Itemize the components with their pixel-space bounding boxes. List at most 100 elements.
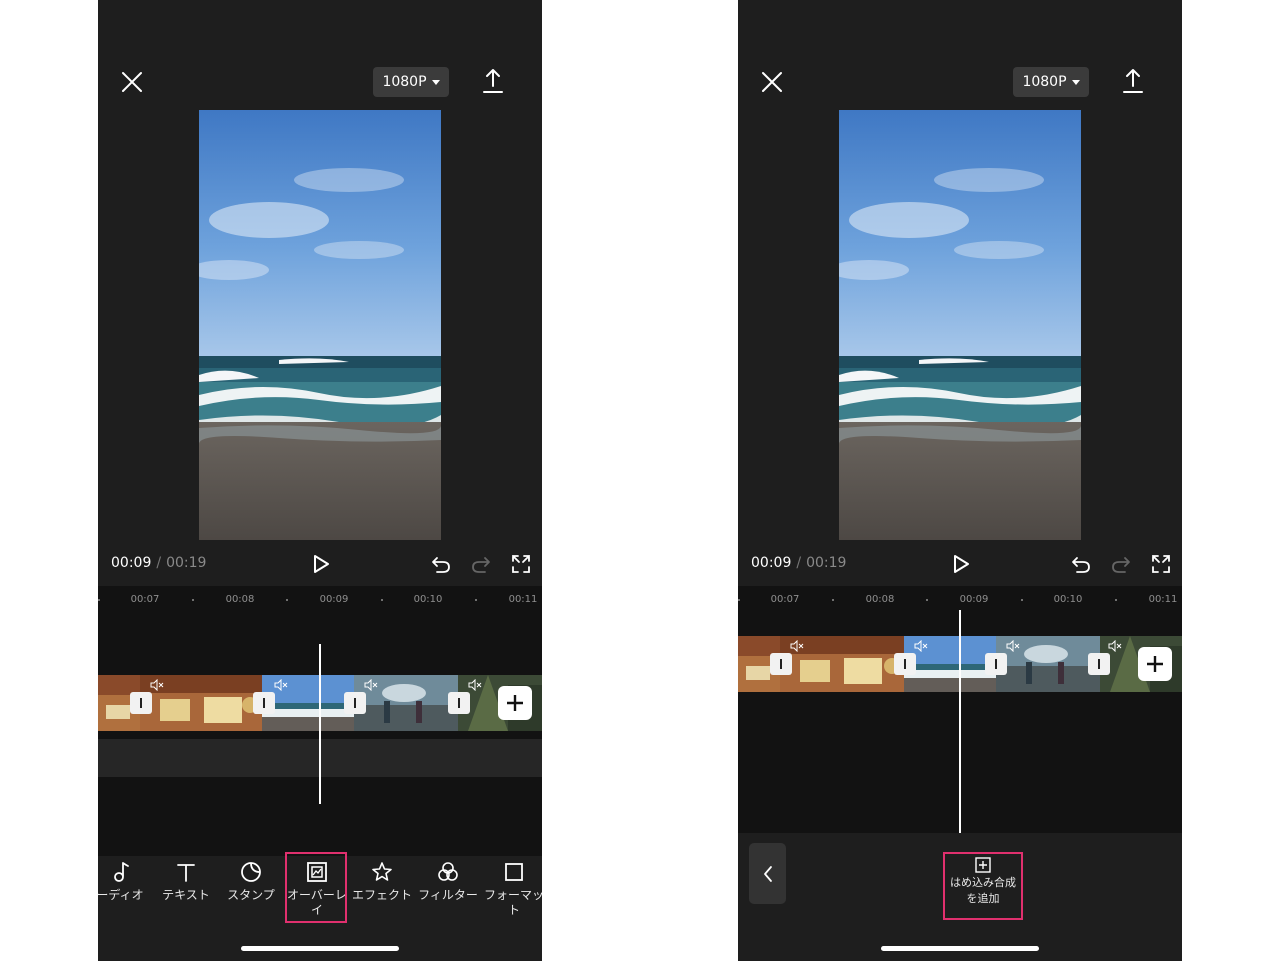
transition-button[interactable] (344, 692, 366, 714)
ruler-label: 00:11 (1148, 594, 1178, 605)
ruler-label: 00:09 (959, 594, 989, 605)
ruler-label: 00:11 (508, 594, 538, 605)
tool-text-label: テキスト (162, 888, 210, 902)
playhead[interactable] (319, 644, 321, 804)
ruler-dot (1115, 599, 1117, 601)
export-icon[interactable] (1122, 68, 1144, 94)
mute-icon (274, 679, 288, 691)
back-button[interactable] (749, 843, 786, 904)
time-separator: / (156, 555, 162, 571)
close-icon[interactable] (120, 70, 144, 94)
time-ruler: 00:07 00:08 00:09 00:10 00:11 (98, 586, 542, 614)
plus-icon (1147, 656, 1163, 672)
export-icon[interactable] (482, 68, 504, 94)
ruler-dot (192, 599, 194, 601)
transition-button[interactable] (253, 692, 275, 714)
add-overlay-highlight-frame (943, 852, 1023, 920)
tool-filter-label: フィルター (418, 888, 478, 902)
ruler-dot (475, 599, 477, 601)
transition-button[interactable] (130, 692, 152, 714)
redo-icon[interactable] (1111, 554, 1131, 574)
tool-audio-label: ーディオ (98, 888, 144, 902)
mute-icon (468, 679, 482, 691)
ruler-dot (926, 599, 928, 601)
transition-bar (263, 698, 265, 708)
transition-button[interactable] (448, 692, 470, 714)
phone-screen-right: 1080P 00:09 / 00:19 00:07 00:08 00:09 00… (738, 0, 1182, 961)
caret-down-icon (431, 79, 440, 85)
resolution-label: 1080P (382, 74, 427, 90)
mute-icon (150, 679, 164, 691)
tool-effect[interactable]: エフェクト (349, 860, 415, 903)
play-icon[interactable] (311, 553, 331, 575)
chevron-left-icon (763, 865, 772, 882)
video-preview[interactable] (839, 110, 1081, 540)
transition-bar (780, 659, 782, 669)
undo-icon[interactable] (431, 554, 451, 574)
ruler-label: 00:08 (865, 594, 895, 605)
ruler-dot (286, 599, 288, 601)
transition-bar (1098, 659, 1100, 669)
tool-audio[interactable]: ーディオ (98, 860, 153, 903)
transition-bar (904, 659, 906, 669)
current-time: 00:09 (111, 555, 152, 571)
tool-filter[interactable]: フィルター (415, 860, 481, 903)
mute-icon (790, 640, 804, 652)
add-clip-button[interactable] (1138, 647, 1172, 681)
tool-effect-label: エフェクト (351, 888, 412, 902)
transition-bar (140, 698, 142, 708)
tool-format[interactable]: フォーマット (481, 860, 542, 918)
fullscreen-icon[interactable] (511, 554, 531, 574)
add-clip-button[interactable] (498, 686, 532, 720)
timeline-area[interactable]: 00:07 00:08 00:09 00:10 00:11 (98, 586, 542, 856)
fullscreen-icon[interactable] (1151, 554, 1171, 574)
ruler-dot (738, 599, 740, 601)
ruler-label: 00:09 (319, 594, 349, 605)
ruler-label: 00:10 (413, 594, 443, 605)
tool-format-label: フォーマット (483, 888, 542, 917)
sticker-icon (241, 862, 261, 882)
undo-icon[interactable] (1071, 554, 1091, 574)
close-icon[interactable] (760, 70, 784, 94)
tool-text[interactable]: テキスト (153, 860, 219, 903)
mute-icon (1108, 640, 1122, 652)
time-display: 00:09/00:19 (111, 555, 206, 571)
redo-icon[interactable] (471, 554, 491, 574)
transition-bar (995, 659, 997, 669)
ruler-label: 00:10 (1053, 594, 1083, 605)
total-time: 00:19 (806, 555, 847, 571)
effect-star-icon (372, 862, 392, 881)
time-display: 00:09/00:19 (751, 555, 846, 571)
video-preview[interactable] (199, 110, 441, 540)
play-icon[interactable] (951, 553, 971, 575)
tool-sticker[interactable]: スタンプ (218, 860, 284, 903)
phone-screen-left: 1080P 00:09 / 00:19 00:07 00:08 00:09 00… (98, 0, 542, 961)
transition-bar (354, 698, 356, 708)
total-time: 00:19 (166, 555, 207, 571)
resolution-button[interactable]: 1080P (1013, 67, 1089, 97)
timeline-area[interactable]: 00:07 00:08 00:09 00:10 00:11 (738, 586, 1182, 833)
ruler-dot (1021, 599, 1023, 601)
filter-icon (438, 862, 458, 881)
music-note-icon (114, 862, 129, 882)
transition-button[interactable] (985, 653, 1007, 675)
ruler-label: 00:08 (225, 594, 255, 605)
transition-button[interactable] (770, 653, 792, 675)
transition-button[interactable] (1088, 653, 1110, 675)
transition-button[interactable] (894, 653, 916, 675)
ruler-dot (832, 599, 834, 601)
ruler-dot (98, 599, 100, 601)
plus-icon (507, 695, 523, 711)
time-separator: / (796, 555, 802, 571)
ruler-label: 00:07 (130, 594, 160, 605)
playhead[interactable] (959, 610, 961, 833)
home-indicator (881, 946, 1039, 951)
format-icon (505, 863, 523, 881)
resolution-button[interactable]: 1080P (373, 67, 449, 97)
transition-bar (458, 698, 460, 708)
mute-icon (1006, 640, 1020, 652)
mute-icon (364, 679, 378, 691)
mute-icon (914, 640, 928, 652)
text-icon (177, 864, 195, 882)
home-indicator (241, 946, 399, 951)
